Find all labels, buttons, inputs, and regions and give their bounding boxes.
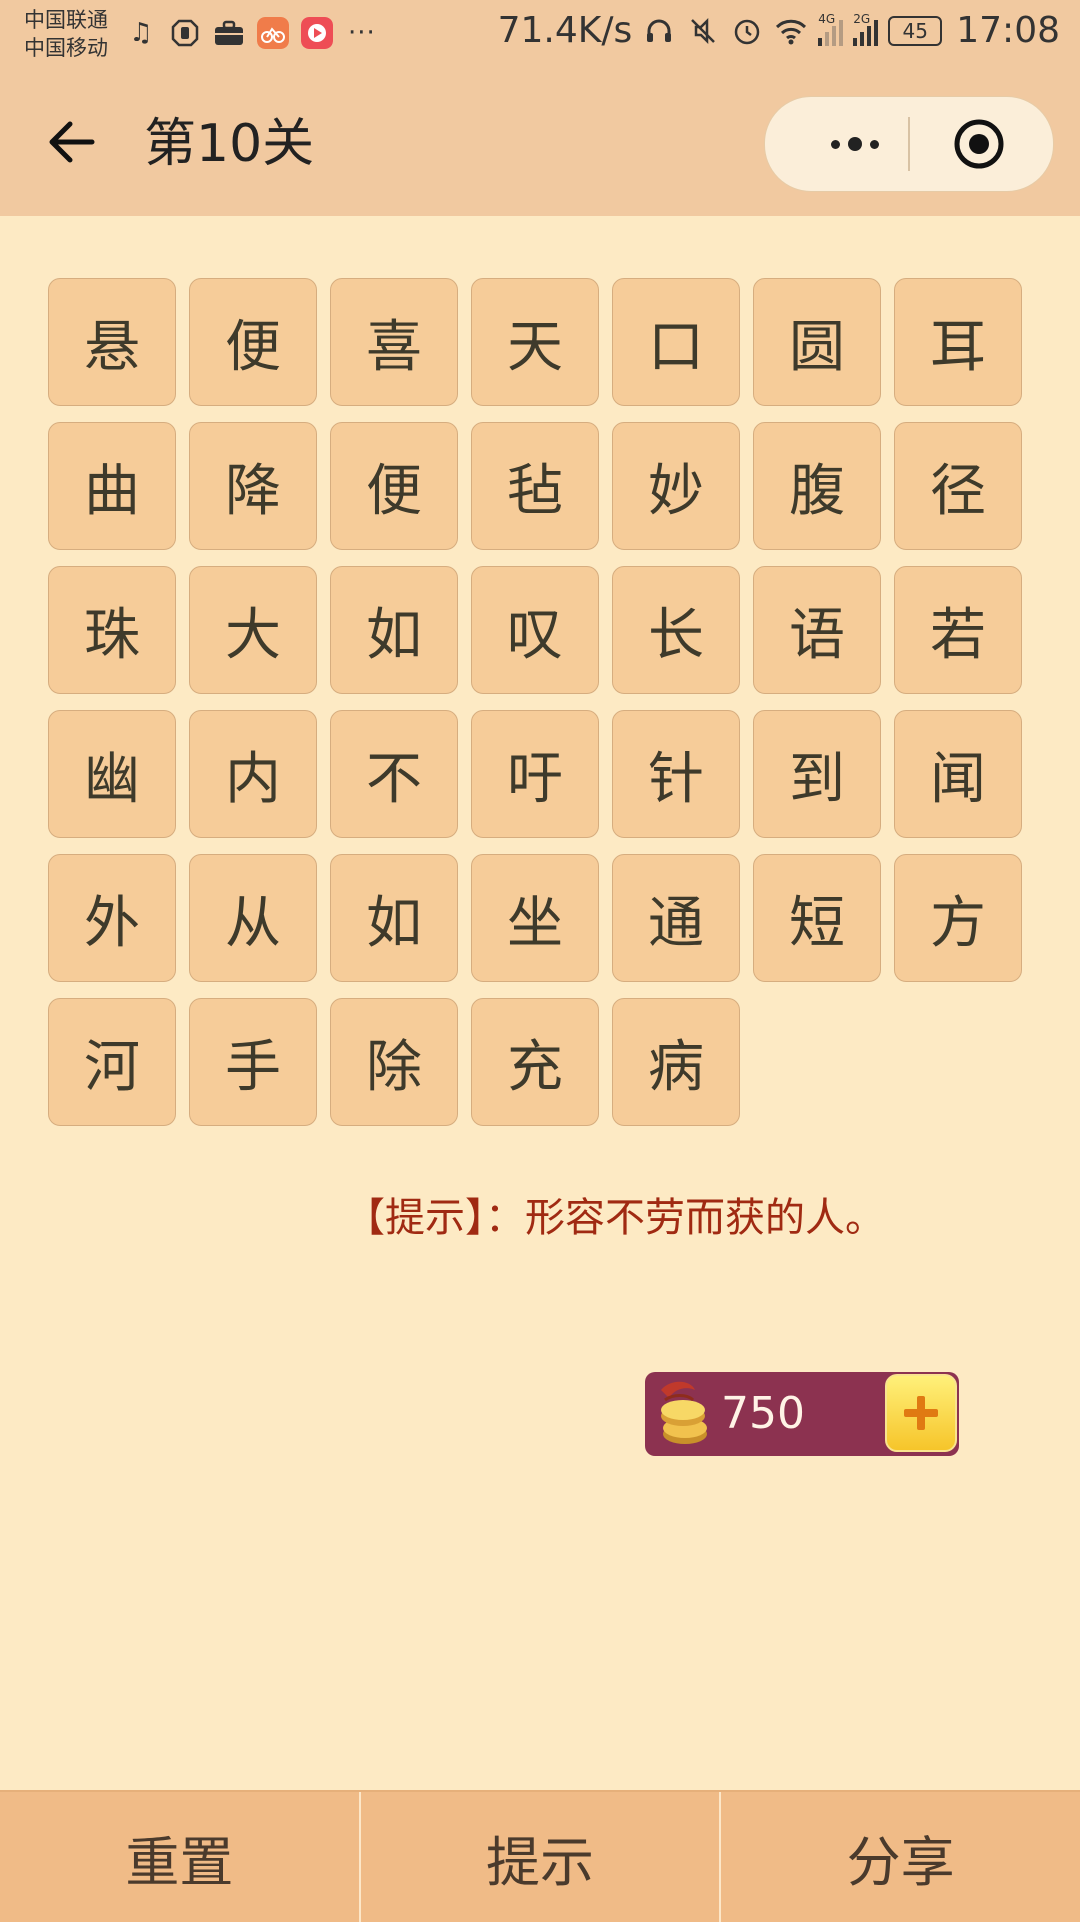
more-notifications-dots: ···	[348, 18, 376, 48]
wifi-icon	[774, 14, 808, 48]
status-bar: 中国联通 中国移动 ♫ ··· 71.4K/s 4G 2G 45 17:08	[0, 0, 1080, 72]
character-tile[interactable]: 短	[753, 854, 881, 982]
net-speed: 71.4K/s	[497, 10, 633, 51]
share-button[interactable]: 分享	[719, 1792, 1080, 1922]
character-tile[interactable]: 内	[189, 710, 317, 838]
coin-stack-icon	[661, 1381, 707, 1444]
bike-app-icon	[256, 16, 290, 50]
bottom-bar: 重置 提示 分享	[0, 1790, 1080, 1922]
reset-button[interactable]: 重置	[0, 1792, 359, 1922]
character-tile[interactable]: 圆	[753, 278, 881, 406]
music-icon: ♫	[129, 18, 153, 48]
character-tile[interactable]: 针	[612, 710, 740, 838]
nav-bar: 第10关	[0, 72, 1080, 216]
character-tile[interactable]: 方	[894, 854, 1022, 982]
status-right: 71.4K/s 4G 2G 45 17:08	[498, 10, 1060, 51]
more-icon[interactable]	[805, 119, 905, 169]
plus-icon	[904, 1396, 938, 1430]
character-tile[interactable]: 腹	[753, 422, 881, 550]
clock: 17:08	[956, 10, 1060, 51]
character-tile[interactable]: 长	[612, 566, 740, 694]
character-tile[interactable]: 坐	[471, 854, 599, 982]
character-tile[interactable]: 天	[471, 278, 599, 406]
hint-text: 形容不劳而获的人。	[525, 1195, 885, 1241]
alarm-icon	[730, 14, 764, 48]
character-tile[interactable]: 外	[48, 854, 176, 982]
character-tile[interactable]: 珠	[48, 566, 176, 694]
character-tile[interactable]: 便	[330, 422, 458, 550]
hint-button[interactable]: 提示	[358, 1792, 720, 1922]
close-target-icon[interactable]	[953, 118, 1005, 170]
character-tile[interactable]: 从	[189, 854, 317, 982]
back-arrow-icon[interactable]	[42, 112, 102, 172]
mute-icon	[686, 14, 720, 48]
character-tile[interactable]: 曲	[48, 422, 176, 550]
capsule-divider	[908, 117, 910, 171]
character-tile[interactable]: 到	[753, 710, 881, 838]
coin-balance: 750	[645, 1372, 959, 1456]
character-tile[interactable]: 病	[612, 998, 740, 1126]
hint-label: 【提示】：	[345, 1195, 525, 1241]
character-tile[interactable]: 不	[330, 710, 458, 838]
character-tile[interactable]: 耳	[894, 278, 1022, 406]
carrier-labels: 中国联通 中国移动	[24, 6, 108, 62]
character-tile[interactable]: 吁	[471, 710, 599, 838]
hint-line: 【提示】：形容不劳而获的人。	[0, 1190, 1080, 1246]
page-title: 第10关	[144, 114, 315, 174]
character-tile[interactable]: 口	[612, 278, 740, 406]
character-tile[interactable]: 如	[330, 854, 458, 982]
character-tile[interactable]: 如	[330, 566, 458, 694]
net-type-1: 4G	[818, 11, 836, 26]
character-tile[interactable]: 径	[894, 422, 1022, 550]
briefcase-icon	[212, 16, 246, 50]
carrier-2: 中国移动	[24, 36, 108, 60]
character-tile[interactable]: 便	[189, 278, 317, 406]
character-tile[interactable]: 语	[753, 566, 881, 694]
video-app-icon	[300, 16, 334, 50]
character-tile[interactable]: 妙	[612, 422, 740, 550]
character-tile[interactable]: 毡	[471, 422, 599, 550]
character-grid: 悬便喜天口圆耳曲降便毡妙腹径珠大如叹长语若幽内不吁针到闻外从如坐通短方河手除充病	[48, 278, 1028, 1126]
hand-icon	[168, 16, 202, 50]
battery-icon: 45	[888, 15, 943, 46]
signal-2g: 2G	[853, 12, 879, 46]
character-tile[interactable]: 充	[471, 998, 599, 1126]
character-tile[interactable]: 降	[189, 422, 317, 550]
character-tile[interactable]: 悬	[48, 278, 176, 406]
net-type-2: 2G	[853, 11, 871, 26]
character-tile[interactable]: 手	[189, 998, 317, 1126]
character-tile[interactable]: 叹	[471, 566, 599, 694]
character-tile[interactable]: 闻	[894, 710, 1022, 838]
character-tile[interactable]: 幽	[48, 710, 176, 838]
character-tile[interactable]: 河	[48, 998, 176, 1126]
character-tile[interactable]: 喜	[330, 278, 458, 406]
character-tile[interactable]: 大	[189, 566, 317, 694]
add-coins-button[interactable]	[885, 1374, 957, 1452]
character-tile[interactable]: 若	[894, 566, 1022, 694]
character-tile[interactable]: 通	[612, 854, 740, 982]
character-tile[interactable]: 除	[330, 998, 458, 1126]
mini-program-capsule	[764, 96, 1054, 192]
carrier-1: 中国联通	[24, 8, 108, 32]
notification-icons: ♫ ···	[124, 16, 376, 50]
headphones-icon	[642, 14, 676, 48]
coin-count: 750	[721, 1388, 805, 1439]
signal-4g: 4G	[818, 12, 844, 46]
